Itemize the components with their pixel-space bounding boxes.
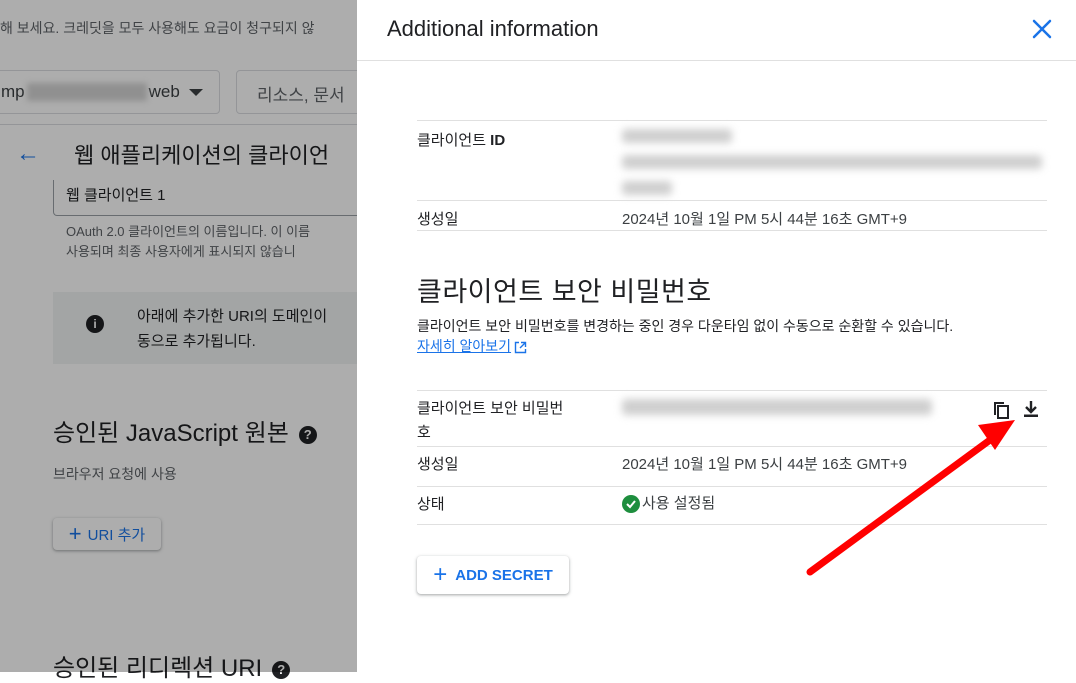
status-row: 상태 사용 설정됨 [417,486,1047,525]
status-label: 상태 [417,496,445,513]
client-id-value-redacted [622,125,1042,195]
created-row: 생성일 2024년 10월 1일 PM 5시 44분 16초 GMT+9 [417,200,1047,231]
client-id-row: 클라이언트 ID [417,120,1047,201]
open-in-new-icon [514,341,527,353]
copy-icon[interactable] [992,401,1012,421]
client-secret-label-line1: 클라이언트 보안 비밀번 [417,400,564,417]
secret-section-description: 클라이언트 보안 비밀번호를 변경하는 중인 경우 다운타임 없이 수동으로 순… [417,318,954,334]
secret-created-row: 생성일 2024년 10월 1일 PM 5시 44분 16초 GMT+9 [417,446,1047,487]
secret-created-value: 2024년 10월 1일 PM 5시 44분 16초 GMT+9 [622,456,908,473]
panel-title: Additional information [387,16,599,41]
created-label: 생성일 [417,211,459,228]
client-id-label-prefix: 클라이언트 [417,132,491,149]
secret-created-label: 생성일 [417,456,459,473]
client-secret-label-line2: 호 [417,424,431,441]
client-secret-value-redacted [622,399,932,415]
row-divider [417,230,1047,231]
client-id-label-bold: ID [490,132,506,149]
panel-header: Additional information [357,0,1076,61]
add-secret-button[interactable]: + ADD SECRET [417,556,569,594]
status-text: 사용 설정됨 [642,495,716,512]
download-icon[interactable] [1021,399,1041,419]
client-id-label: 클라이언트 ID [417,129,505,150]
secret-section-title: 클라이언트 보안 비밀번호 [417,277,712,307]
plus-icon: + [433,561,448,588]
close-icon[interactable] [1031,18,1053,40]
client-secret-label: 클라이언트 보안 비밀번 호 [417,397,563,445]
check-circle-icon [622,495,640,514]
client-secret-row: 클라이언트 보안 비밀번 호 [417,390,1047,447]
learn-more-link[interactable]: 자세히 알아보기 [417,336,527,356]
created-value: 2024년 10월 1일 PM 5시 44분 16초 GMT+9 [622,211,908,228]
learn-more-label: 자세히 알아보기 [417,338,512,354]
status-value: 사용 설정됨 [622,492,716,514]
additional-info-panel: Additional information 클라이언트 ID 생성일 2024… [357,0,1076,672]
row-divider [417,524,1047,525]
add-secret-label: ADD SECRET [455,566,553,584]
